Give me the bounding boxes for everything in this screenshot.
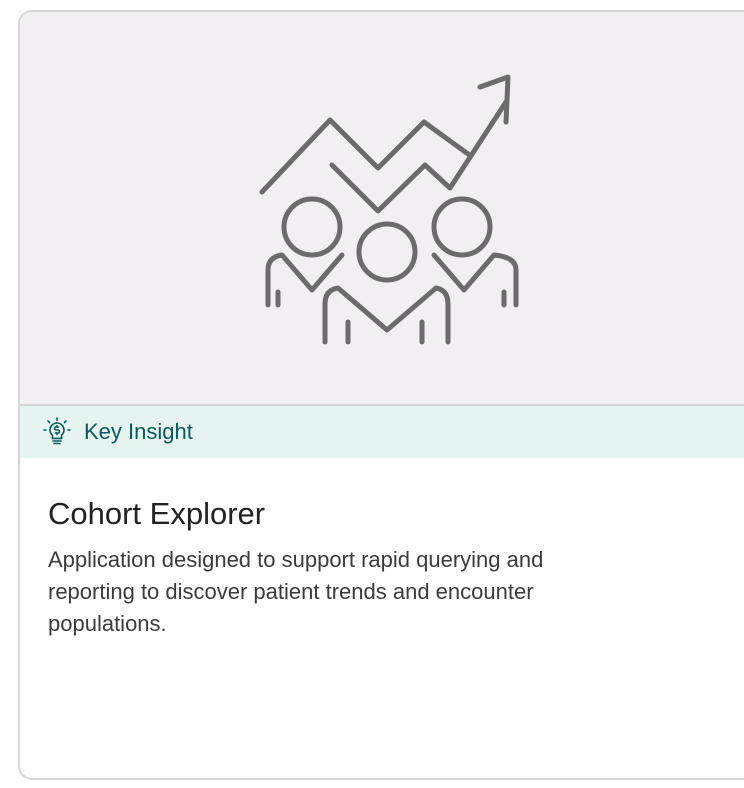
trend-growth-people-icon	[259, 74, 519, 345]
app-card-cohort-explorer[interactable]: Key Insight Cohort Explorer Application …	[18, 10, 744, 780]
card-description: Application designed to support rapid qu…	[48, 547, 544, 636]
lightbulb-icon	[42, 417, 72, 447]
card-hero	[20, 12, 744, 406]
key-insight-label: Key Insight	[84, 419, 193, 444]
card-title[interactable]: Cohort Explorer	[48, 496, 744, 532]
card-content: Cohort Explorer Application designed to …	[20, 458, 744, 640]
key-insight-badge: Key Insight	[20, 406, 744, 458]
